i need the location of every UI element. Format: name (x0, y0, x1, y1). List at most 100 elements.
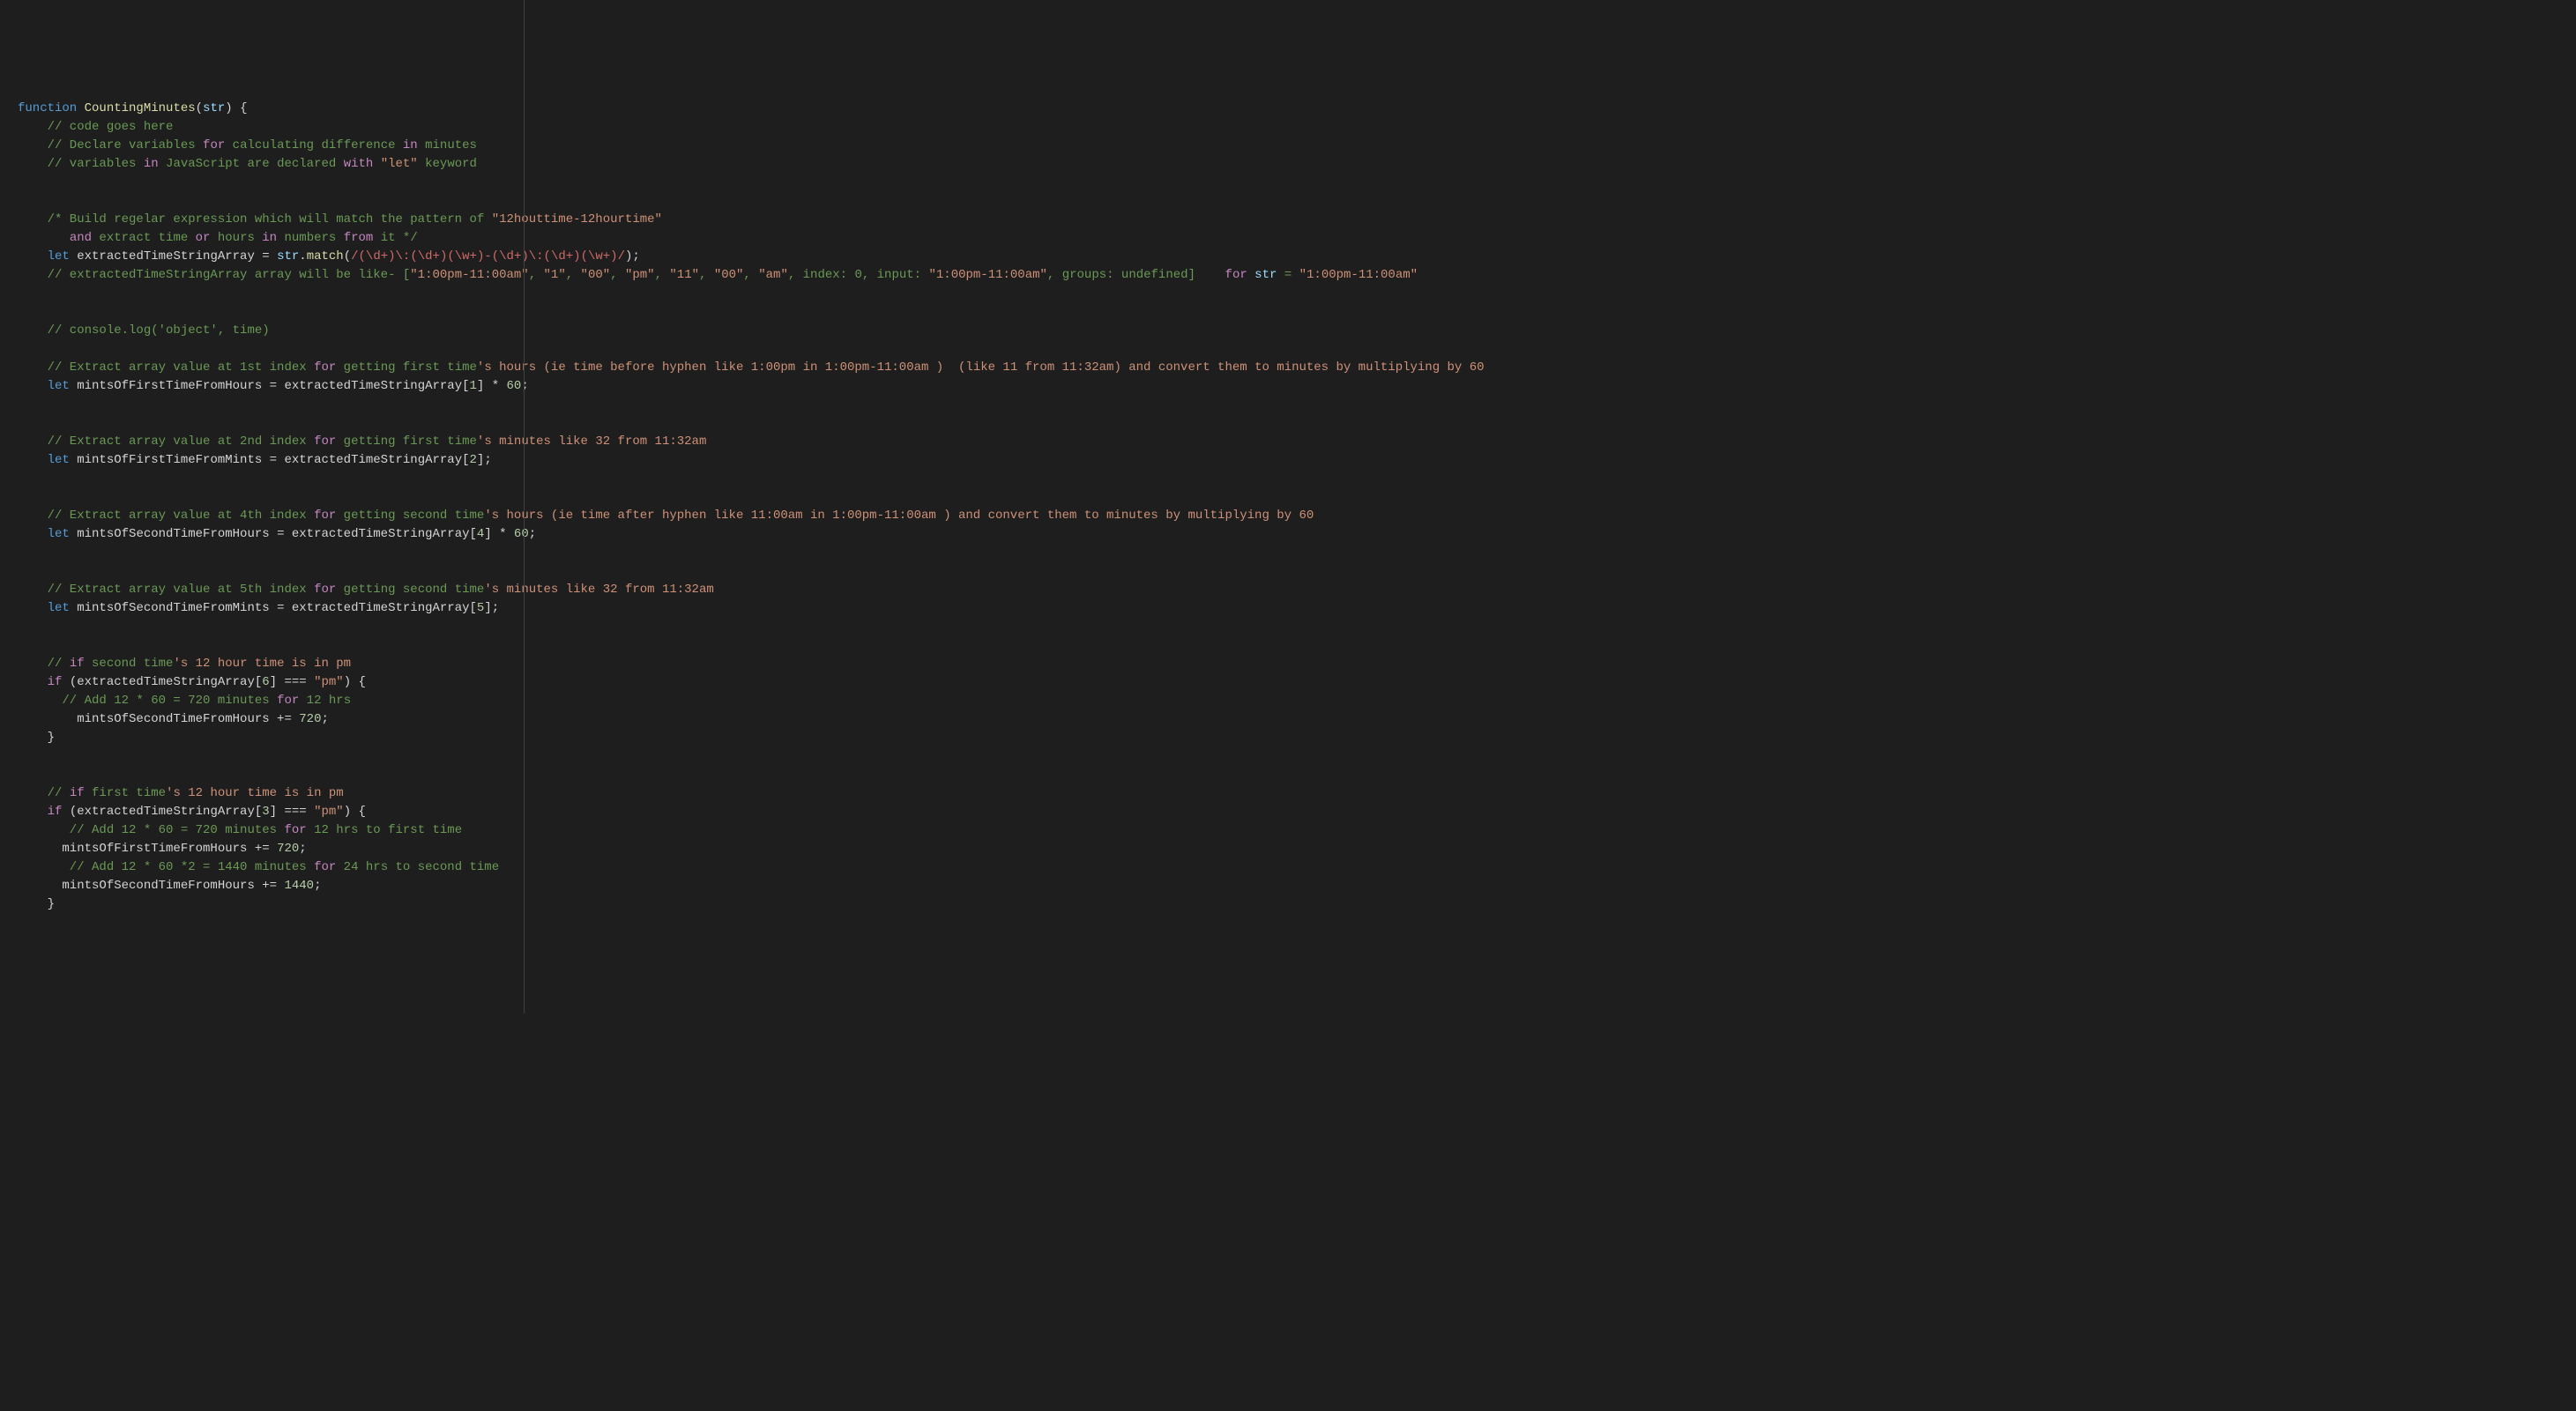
code-token: // (18, 786, 70, 800)
code-token: from (344, 231, 374, 245)
code-token: , index: 0, input: (788, 268, 929, 282)
code-line[interactable]: // if first time's 12 hour time is in pm (18, 784, 2558, 803)
code-line[interactable]: // Extract array value at 2nd index for … (18, 433, 2558, 451)
code-line[interactable]: and extract time or hours in numbers fro… (18, 229, 2558, 248)
code-token: and (70, 231, 92, 245)
code-line[interactable]: // Add 12 * 60 *2 = 1440 minutes for 24 … (18, 858, 2558, 877)
code-token: numbers (277, 231, 344, 245)
code-line[interactable] (18, 303, 2558, 322)
code-token: } (18, 731, 55, 745)
code-token: "let" (381, 157, 418, 171)
code-token: if (70, 786, 85, 800)
code-line[interactable] (18, 340, 2558, 359)
code-token: // variables (18, 157, 144, 171)
code-token: 12 hrs to first time (307, 823, 462, 837)
code-line[interactable] (18, 747, 2558, 766)
code-line[interactable] (18, 414, 2558, 433)
code-token: "pm" (314, 805, 344, 819)
code-token: // extractedTimeStringArray array will b… (18, 268, 410, 282)
code-line[interactable] (18, 192, 2558, 211)
code-line[interactable]: // console.log('object', time) (18, 322, 2558, 340)
code-line[interactable]: let extractedTimeStringArray = str.match… (18, 248, 2558, 266)
code-token: 's minutes like 32 from 11:32am (477, 434, 706, 449)
code-token: 6 (262, 675, 269, 689)
code-token: getting second time (336, 583, 484, 597)
code-line[interactable]: /* Build regelar expression which will m… (18, 211, 2558, 229)
code-token: for (277, 694, 299, 708)
code-token: ] === (270, 805, 314, 819)
code-line[interactable]: // Extract array value at 4th index for … (18, 507, 2558, 525)
code-token: extract time (92, 231, 196, 245)
code-line[interactable]: let mintsOfSecondTimeFromMints = extract… (18, 599, 2558, 618)
code-token: second time (85, 657, 174, 671)
code-token: for (314, 860, 336, 874)
code-line[interactable] (18, 562, 2558, 581)
code-token: 720 (277, 842, 299, 856)
code-line[interactable] (18, 488, 2558, 507)
code-token: 2 (470, 453, 477, 467)
code-line[interactable]: // extractedTimeStringArray array will b… (18, 266, 2558, 285)
code-token: 's hours (ie time before hyphen like 1:0… (477, 360, 1485, 375)
code-token: // console.log('object', time) (18, 323, 270, 338)
code-line[interactable] (18, 470, 2558, 488)
code-line[interactable] (18, 285, 2558, 303)
code-line[interactable]: } (18, 895, 2558, 914)
code-line[interactable]: // Extract array value at 5th index for … (18, 581, 2558, 599)
code-token: , (655, 268, 670, 282)
code-line[interactable] (18, 396, 2558, 414)
code-line[interactable]: if (extractedTimeStringArray[6] === "pm"… (18, 673, 2558, 692)
code-token: if (48, 805, 63, 819)
code-line[interactable] (18, 618, 2558, 636)
code-token: // Extract array value at 1st index (18, 360, 314, 375)
code-line[interactable]: function CountingMinutes(str) { (18, 100, 2558, 118)
code-line[interactable]: // Add 12 * 60 = 720 minutes for 12 hrs … (18, 821, 2558, 840)
code-token: JavaScript are declared (159, 157, 344, 171)
code-line[interactable]: // code goes here (18, 118, 2558, 137)
code-line[interactable]: mintsOfFirstTimeFromHours += 720; (18, 840, 2558, 858)
code-line[interactable] (18, 544, 2558, 562)
code-token: ; (314, 879, 321, 893)
code-token (18, 379, 48, 393)
code-line[interactable] (18, 766, 2558, 784)
code-token: "1:00pm-11:00am" (410, 268, 528, 282)
code-token: keyword (418, 157, 477, 171)
code-line[interactable]: mintsOfSecondTimeFromHours += 720; (18, 710, 2558, 729)
code-token: 60 (507, 379, 522, 393)
code-token (18, 231, 70, 245)
code-token: "00" (714, 268, 744, 282)
code-token: str (277, 249, 299, 264)
code-line[interactable]: mintsOfSecondTimeFromHours += 1440; (18, 877, 2558, 895)
code-token: ( (344, 249, 351, 264)
code-token: // Add 12 * 60 = 720 minutes (18, 694, 277, 708)
code-line[interactable]: let mintsOfSecondTimeFromHours = extract… (18, 525, 2558, 544)
code-line[interactable]: if (extractedTimeStringArray[3] === "pm"… (18, 803, 2558, 821)
code-token: if (70, 657, 85, 671)
code-token: ) { (344, 805, 366, 819)
code-line[interactable]: // Declare variables for calculating dif… (18, 137, 2558, 155)
code-line[interactable]: // variables in JavaScript are declared … (18, 155, 2558, 174)
code-line[interactable]: let mintsOfFirstTimeFromMints = extracte… (18, 451, 2558, 470)
code-line[interactable] (18, 174, 2558, 192)
code-line[interactable]: // Extract array value at 1st index for … (18, 359, 2558, 377)
code-token: (extractedTimeStringArray[ (62, 675, 262, 689)
code-token: // Extract array value at 2nd index (18, 434, 314, 449)
code-token: str (203, 101, 225, 115)
code-token: getting first time (336, 434, 477, 449)
code-token: CountingMinutes (85, 101, 196, 115)
code-token (18, 527, 48, 541)
code-editor-content[interactable]: function CountingMinutes(str) { // code … (18, 100, 2558, 914)
code-token: mintsOfSecondTimeFromHours += (18, 712, 299, 726)
code-line[interactable]: } (18, 729, 2558, 747)
code-line[interactable]: let mintsOfFirstTimeFromHours = extracte… (18, 377, 2558, 396)
code-line[interactable]: // if second time's 12 hour time is in p… (18, 655, 2558, 673)
code-token: for (314, 509, 336, 523)
code-token: /* Build regelar expression which will m… (18, 212, 492, 227)
code-token: for (314, 434, 336, 449)
code-token: 's 12 hour time is in pm (173, 657, 351, 671)
code-line[interactable]: // Add 12 * 60 = 720 minutes for 12 hrs (18, 692, 2558, 710)
code-token (18, 675, 48, 689)
code-line[interactable] (18, 636, 2558, 655)
code-token: let (48, 527, 70, 541)
code-token: mintsOfSecondTimeFromMints = extractedTi… (70, 601, 477, 615)
code-token: "00" (581, 268, 611, 282)
